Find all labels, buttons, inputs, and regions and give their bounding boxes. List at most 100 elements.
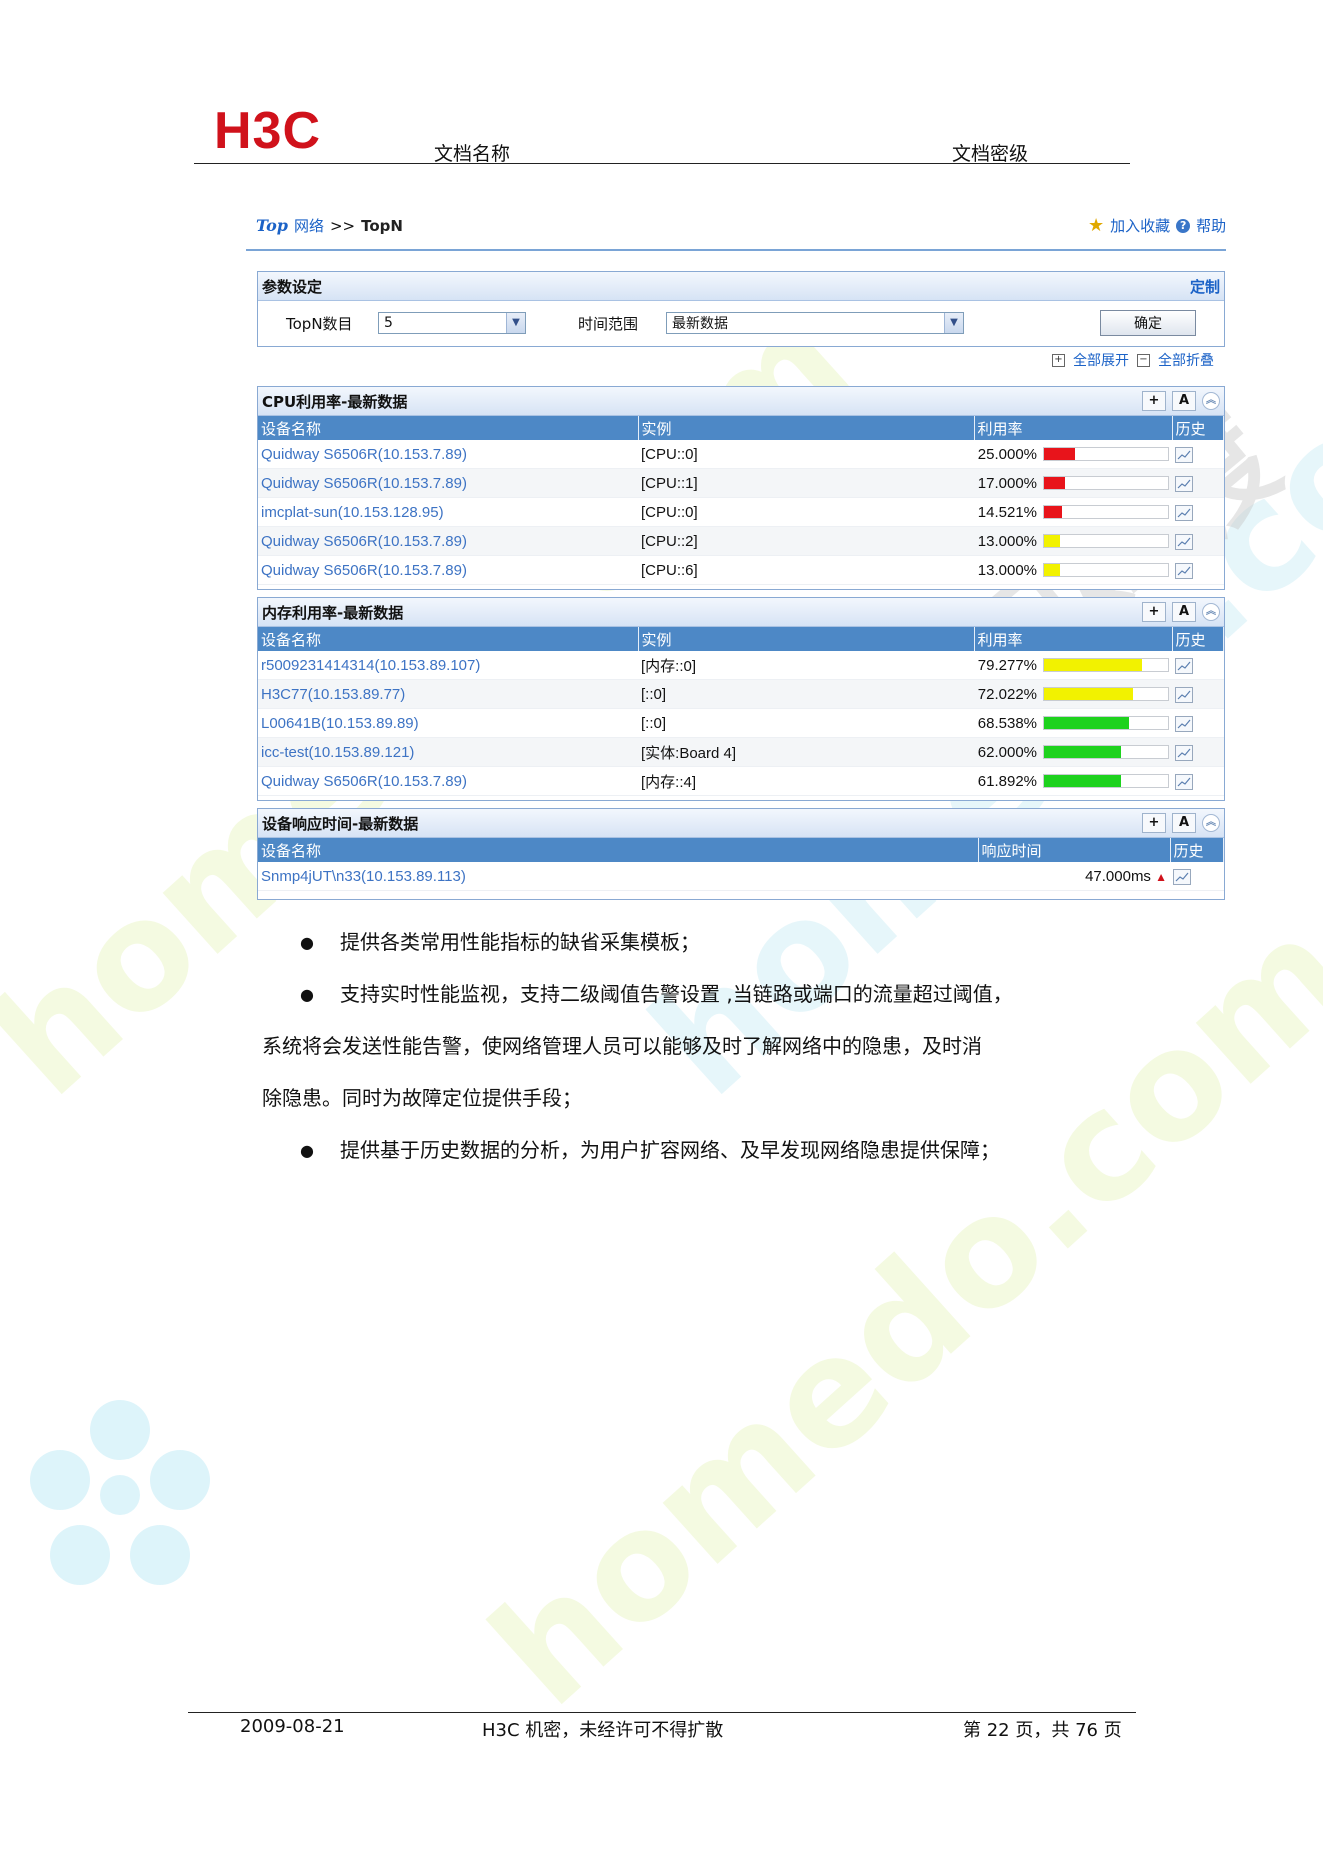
cpu-panel-title: CPU利用率-最新数据 + A ︽ <box>258 387 1224 416</box>
memory-panel: 内存利用率-最新数据 + A ︽ 设备名称 实例 利用率 历史 r5009231… <box>257 597 1225 801</box>
instance-cell: [实体:Board 4] <box>641 744 737 762</box>
alarm-icon[interactable]: A <box>1172 602 1196 622</box>
col-history: 历史 <box>1172 416 1224 440</box>
collapse-icon[interactable]: ︽ <box>1202 603 1220 621</box>
breadcrumb-divider <box>246 249 1226 251</box>
device-link[interactable]: Quidway S6506R(10.153.7.89) <box>261 533 467 550</box>
expand-all-icon: + <box>1052 353 1065 367</box>
top-logo-icon: Top <box>256 216 288 235</box>
bullet-1-text: 提供各类常用性能指标的缺省采集模板； <box>340 930 700 954</box>
range-value: 最新数据 <box>672 316 728 332</box>
history-chart-icon[interactable] <box>1173 868 1191 885</box>
bullet-2-line-3: 除隐患。同时为故障定位提供手段； <box>262 1086 582 1110</box>
table-row: Quidway S6506R(10.153.7.89) [CPU::6] 13.00… <box>258 555 1224 585</box>
col-device: 设备名称 <box>258 627 639 651</box>
rate-value: 14.521% <box>977 503 1037 521</box>
instance-cell: [CPU::6] <box>641 561 698 579</box>
collapse-all-icon: − <box>1137 353 1150 367</box>
rate-bar-fill <box>1044 717 1129 729</box>
instance-cell: [::0] <box>641 685 667 703</box>
device-link[interactable]: Quidway S6506R(10.153.7.89) <box>261 446 467 463</box>
params-panel: 参数设定 定制 TopN数目 5 ▼ 时间范围 最新数据 ▼ 确定 <box>257 271 1225 347</box>
footer-divider <box>188 1712 1136 1713</box>
rate-value: 13.000% <box>977 561 1037 579</box>
device-link[interactable]: Snmp4jUT\n33(10.153.89.113) <box>261 868 466 885</box>
add-icon[interactable]: + <box>1142 391 1166 411</box>
topn-select[interactable]: 5 ▼ <box>378 312 526 334</box>
device-link[interactable]: Quidway S6506R(10.153.7.89) <box>261 773 467 790</box>
device-link[interactable]: H3C77(10.153.89.77) <box>261 686 405 703</box>
favorite-star-icon: ★ <box>1088 215 1105 236</box>
add-icon[interactable]: + <box>1142 602 1166 622</box>
rate-bar <box>1043 476 1169 490</box>
history-chart-icon[interactable] <box>1175 715 1193 732</box>
history-chart-icon[interactable] <box>1175 504 1193 521</box>
col-instance: 实例 <box>638 416 975 440</box>
bullet-dot: ● <box>300 985 314 1004</box>
col-instance: 实例 <box>638 627 975 651</box>
breadcrumb-network-link[interactable]: 网络 <box>294 215 324 236</box>
history-chart-icon[interactable] <box>1175 686 1193 703</box>
device-link[interactable]: Quidway S6506R(10.153.7.89) <box>261 562 467 579</box>
alarm-icon[interactable]: A <box>1172 391 1196 411</box>
history-chart-icon[interactable] <box>1175 475 1193 492</box>
history-chart-icon[interactable] <box>1175 657 1193 674</box>
h3c-logo: H3C <box>214 102 322 160</box>
rate-value: 68.538% <box>977 714 1037 732</box>
device-link[interactable]: r5009231414314(10.153.89.107) <box>261 657 480 674</box>
rate-value: 62.000% <box>977 743 1037 761</box>
response-title: 设备响应时间-最新数据 <box>262 814 419 833</box>
range-label: 时间范围 <box>578 314 639 333</box>
history-chart-icon[interactable] <box>1175 773 1193 790</box>
alarm-icon[interactable]: A <box>1172 813 1196 833</box>
table-row: Quidway S6506R(10.153.7.89) [CPU::2] 13.00… <box>258 526 1224 556</box>
response-panel: 设备响应时间-最新数据 + A ︽ 设备名称 响应时间 历史 Snmp4jUT\… <box>257 808 1225 900</box>
rate-value: 61.892% <box>977 772 1037 790</box>
rate-bar-fill <box>1044 477 1066 489</box>
history-chart-icon[interactable] <box>1175 562 1193 579</box>
history-chart-icon[interactable] <box>1175 533 1193 550</box>
params-panel-title: 参数设定 定制 <box>258 272 1224 301</box>
rate-bar <box>1043 447 1169 461</box>
add-favorite-link[interactable]: 加入收藏 <box>1110 215 1170 236</box>
rate-bar <box>1043 534 1169 548</box>
rate-bar <box>1043 687 1169 701</box>
customize-link[interactable]: 定制 <box>1190 276 1220 297</box>
instance-cell: [CPU::0] <box>641 445 698 463</box>
range-select[interactable]: 最新数据 ▼ <box>666 312 964 334</box>
rate-bar <box>1043 563 1169 577</box>
device-link[interactable]: L00641B(10.153.89.89) <box>261 715 419 732</box>
col-device: 设备名称 <box>258 838 979 862</box>
flower-logo-watermark <box>30 1400 210 1585</box>
response-panel-title: 设备响应时间-最新数据 + A ︽ <box>258 809 1224 838</box>
table-row: Quidway S6506R(10.153.7.89) [内存::4] 61.892… <box>258 766 1224 796</box>
device-link[interactable]: Quidway S6506R(10.153.7.89) <box>261 475 467 492</box>
memory-title: 内存利用率-最新数据 <box>262 603 404 622</box>
device-link[interactable]: imcplat-sun(10.153.128.95) <box>261 504 444 521</box>
help-link[interactable]: 帮助 <box>1196 215 1226 236</box>
cpu-header-row: 设备名称 实例 利用率 历史 <box>258 416 1224 440</box>
history-chart-icon[interactable] <box>1175 446 1193 463</box>
add-icon[interactable]: + <box>1142 813 1166 833</box>
chevron-down-icon: ▼ <box>944 313 963 333</box>
bullet-2-line-2: 系统将会发送性能告警，使网络管理人员可以能够及时了解网络中的隐患，及时消 <box>262 1034 982 1058</box>
response-table: 设备名称 响应时间 历史 Snmp4jUT\n33(10.153.89.113)… <box>258 838 1224 891</box>
rate-bar <box>1043 774 1169 788</box>
rate-bar <box>1043 658 1169 672</box>
collapse-icon[interactable]: ︽ <box>1202 814 1220 832</box>
rate-bar-fill <box>1044 746 1121 758</box>
col-history: 历史 <box>1172 627 1224 651</box>
collapse-icon[interactable]: ︽ <box>1202 392 1220 410</box>
collapse-all-link[interactable]: 全部折叠 <box>1158 350 1214 370</box>
instance-cell: [CPU::0] <box>641 503 698 521</box>
header-divider <box>194 163 1130 164</box>
history-chart-icon[interactable] <box>1175 744 1193 761</box>
device-link[interactable]: icc-test(10.153.89.121) <box>261 744 414 761</box>
top-links: ★ 加入收藏 ? 帮助 <box>1088 215 1226 236</box>
expand-all-link[interactable]: 全部展开 <box>1073 350 1129 370</box>
params-title: 参数设定 <box>262 277 323 296</box>
instance-cell: [::0] <box>641 714 667 732</box>
response-header-row: 设备名称 响应时间 历史 <box>258 838 1224 862</box>
table-row: Snmp4jUT\n33(10.153.89.113) 47.000ms ▲ <box>258 862 1224 891</box>
ok-button[interactable]: 确定 <box>1100 310 1196 336</box>
